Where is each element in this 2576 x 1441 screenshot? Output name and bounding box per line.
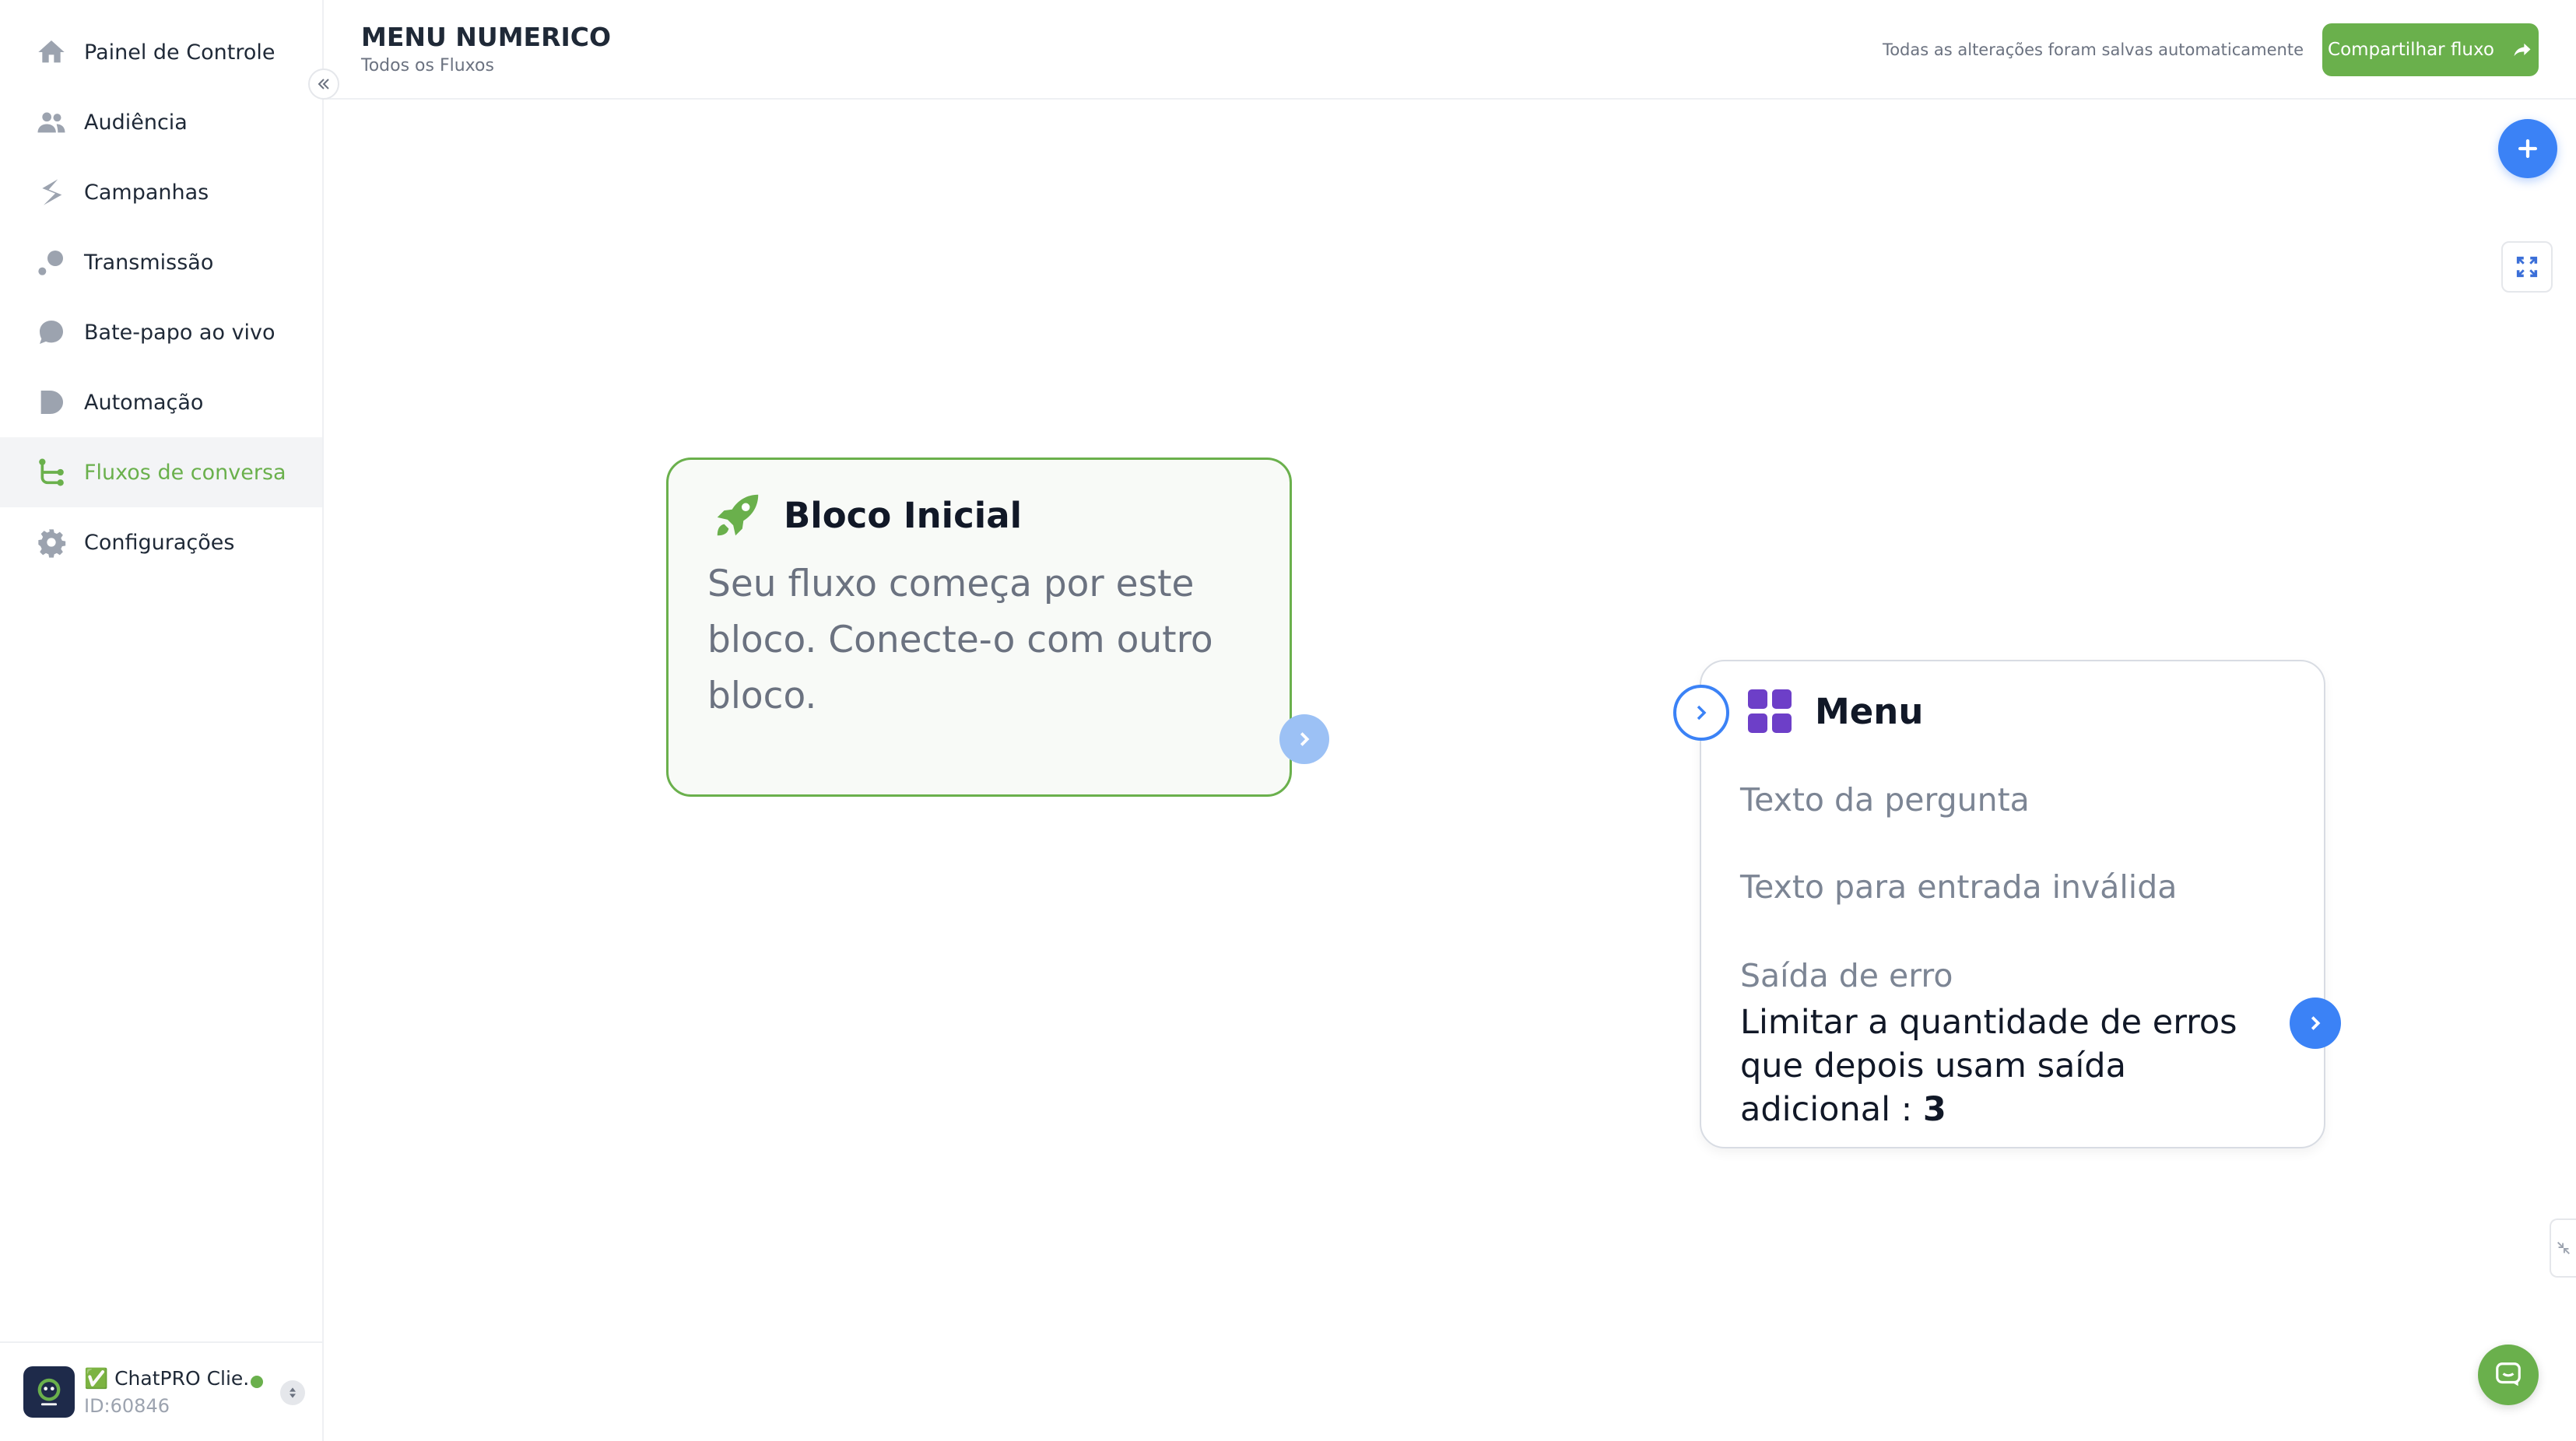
chat-bubble-icon: [34, 315, 68, 349]
collapse-sidebar-button[interactable]: [308, 68, 339, 100]
sidebar-item-label: Automação: [84, 390, 204, 415]
expand-icon: [2516, 256, 2538, 278]
rocket-icon: [717, 494, 759, 536]
start-block-description: Seu fluxo começa por este bloco. Conecte…: [707, 563, 1213, 717]
share-flow-label: Compartilhar fluxo: [2328, 40, 2494, 60]
campaign-icon: [34, 175, 68, 209]
sidebar-item-fluxos-de-conversa[interactable]: Fluxos de conversa: [0, 437, 322, 507]
support-chat-button[interactable]: [2478, 1345, 2539, 1405]
autosave-status: Todas as alterações foram salvas automat…: [1882, 40, 2304, 59]
account-switch-button[interactable]: [280, 1380, 305, 1405]
grid-icon: [1748, 689, 1792, 733]
invalid-input-text-field[interactable]: Texto para entrada inválida: [1740, 868, 2177, 906]
menu-block-title: Menu: [1815, 690, 1924, 732]
sidebar: Painel de Controle Audiência Campanhas T…: [0, 0, 324, 1441]
error-output-label: Saída de erro: [1740, 957, 1953, 994]
question-text-field[interactable]: Texto da pergunta: [1740, 781, 2030, 819]
side-panel-toggle[interactable]: [2550, 1218, 2576, 1278]
chatpro-logo-icon: [37, 1378, 61, 1406]
sidebar-item-transmissao[interactable]: Transmissão: [0, 227, 322, 297]
sidebar-item-bate-papo-ao-vivo[interactable]: Bate-papo ao vivo: [0, 297, 322, 367]
avatar: [23, 1366, 75, 1418]
sidebar-item-label: Fluxos de conversa: [84, 460, 286, 485]
sidebar-item-campanhas[interactable]: Campanhas: [0, 157, 322, 227]
chevrons-left-icon: [318, 79, 329, 89]
account-switcher[interactable]: ✅ ChatPRO Clie... ID:60846: [0, 1341, 322, 1441]
chevron-right-icon: [2311, 1016, 2321, 1030]
sidebar-item-label: Bate-papo ao vivo: [84, 320, 275, 345]
chevron-right-icon: [1697, 705, 1707, 720]
menu-error-output-connector[interactable]: [2290, 997, 2341, 1049]
online-status-dot: [251, 1376, 263, 1388]
sidebar-item-configuracoes[interactable]: Configurações: [0, 507, 322, 577]
home-icon: [34, 35, 68, 69]
account-id: ID:60846: [84, 1395, 170, 1417]
sidebar-item-label: Audiência: [84, 110, 188, 135]
top-header: MENU NUMERICO Todos os Fluxos Todas as a…: [324, 0, 2576, 100]
add-block-button[interactable]: [2498, 119, 2557, 178]
users-icon: [34, 105, 68, 139]
menu-block[interactable]: Menu Texto da pergunta Texto para entrad…: [1700, 660, 2325, 1148]
sidebar-item-label: Transmissão: [84, 250, 214, 275]
chat-icon: [2496, 1362, 2521, 1387]
start-block[interactable]: Bloco Inicial Seu fluxo começa por este …: [666, 458, 1292, 797]
sidebar-item-painel-de-controle[interactable]: Painel de Controle: [0, 17, 322, 87]
account-name: ✅ ChatPRO Clie...: [84, 1367, 262, 1390]
automation-icon: [34, 385, 68, 419]
chevron-up-down-icon: [290, 1387, 296, 1398]
flow-icon: [34, 455, 68, 489]
sidebar-nav: Painel de Controle Audiência Campanhas T…: [0, 17, 322, 577]
start-block-title: Bloco Inicial: [784, 494, 1022, 536]
fit-view-button[interactable]: [2501, 241, 2553, 293]
sidebar-item-label: Configurações: [84, 530, 235, 555]
sidebar-item-label: Campanhas: [84, 180, 209, 205]
sidebar-item-automacao[interactable]: Automação: [0, 367, 322, 437]
gear-icon: [34, 525, 68, 559]
error-limit-text: Limitar a quantidade de erros que depois…: [1740, 1001, 2285, 1131]
share-arrow-icon: [2514, 43, 2531, 57]
breadcrumb[interactable]: Todos os Fluxos: [361, 56, 494, 75]
share-flow-button[interactable]: Compartilhar fluxo: [2322, 23, 2539, 76]
menu-block-input-connector[interactable]: [1673, 685, 1729, 741]
start-block-output-connector[interactable]: [1279, 714, 1329, 764]
error-limit-value: 3: [1922, 1090, 1946, 1129]
plus-icon: [2518, 138, 2538, 159]
chevron-right-icon: [1300, 732, 1310, 746]
error-limit-label: Limitar a quantidade de erros que depois…: [1740, 1003, 2237, 1129]
sidebar-item-audiencia[interactable]: Audiência: [0, 87, 322, 157]
page-title: MENU NUMERICO: [361, 22, 612, 52]
broadcast-icon: [34, 245, 68, 279]
collapse-arrows-icon: [2557, 1242, 2570, 1254]
sidebar-item-label: Painel de Controle: [84, 40, 275, 65]
